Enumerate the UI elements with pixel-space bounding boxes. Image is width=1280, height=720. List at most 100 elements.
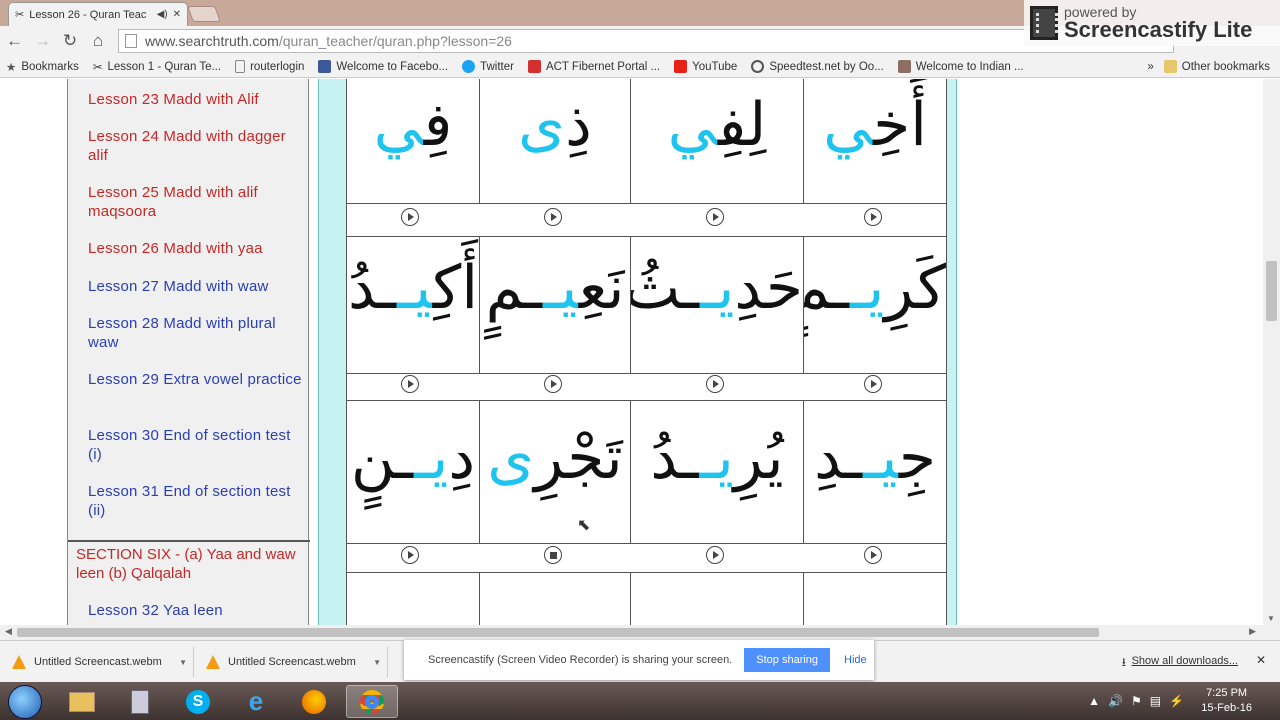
internet-explorer-icon[interactable]: e [230, 685, 282, 718]
bookmark-act-fibernet[interactable]: ACT Fibernet Portal ... [527, 60, 660, 73]
word-cell: ذِى [479, 79, 631, 204]
scroll-left-arrow-icon[interactable]: ◀ [5, 626, 12, 637]
play-button[interactable] [544, 208, 562, 226]
tab-close-icon[interactable]: ✕ [173, 9, 181, 20]
section-divider [68, 540, 310, 542]
play-button[interactable] [401, 208, 419, 226]
lesson-link-25[interactable]: Lesson 25 Madd with alif maqsoora [88, 183, 303, 221]
hide-link[interactable]: Hide [844, 654, 867, 666]
other-bookmarks[interactable]: Other bookmarks [1163, 60, 1270, 73]
screencastify-watermark: powered by Screencastify Lite [1024, 0, 1280, 46]
start-button[interactable] [8, 685, 42, 719]
lesson-link-32[interactable]: Lesson 32 Yaa leen [88, 601, 303, 620]
url-path: /quran_teacher/quran.php?lesson=26 [278, 33, 512, 49]
bookmark-facebook[interactable]: Welcome to Facebo... [318, 60, 448, 73]
clock[interactable]: 7:25 PM 15-Feb-16 [1201, 686, 1252, 716]
bookmark-routerlogin[interactable]: routerlogin [235, 60, 304, 73]
skype-icon[interactable]: S [172, 685, 224, 718]
play-button[interactable] [706, 546, 724, 564]
section-six-heading[interactable]: SECTION SIX - (a) Yaa and waw leen (b) Q… [76, 545, 306, 583]
play-button[interactable] [544, 375, 562, 393]
show-hidden-icons-icon[interactable]: ▲ [1088, 694, 1100, 708]
bookmark-youtube[interactable]: YouTube [674, 60, 737, 73]
stop-button[interactable] [544, 546, 562, 564]
lesson-link-23[interactable]: Lesson 23 Madd with Alif [88, 90, 303, 109]
lesson-link-28[interactable]: Lesson 28 Madd with plural waw [88, 314, 303, 352]
arabic-word: جِيــدِ [814, 423, 936, 493]
chevron-down-icon[interactable]: ▼ [179, 658, 187, 667]
download-icon: ⭳ [1121, 655, 1126, 669]
close-icon[interactable]: ✕ [1256, 653, 1266, 667]
url-host: www.searchtruth.com [145, 33, 279, 49]
page-icon [235, 60, 246, 73]
calculator-icon[interactable] [114, 685, 166, 718]
lesson-link-26[interactable]: Lesson 26 Madd with yaa [88, 239, 303, 258]
play-button[interactable] [864, 375, 882, 393]
page-icon [125, 34, 137, 48]
arabic-word: دِيــنٍ [350, 423, 476, 493]
chevron-down-icon[interactable]: ▼ [373, 658, 381, 667]
arabic-word: تَجْرِى [487, 423, 623, 493]
word-cell: دِيــنٍ [346, 400, 480, 544]
word-cell: فِي [346, 79, 480, 204]
scrollbar-thumb[interactable] [1266, 261, 1277, 321]
word-cell: كَرِيــمٍ [803, 236, 947, 374]
forward-arrow-icon[interactable]: → [34, 31, 51, 51]
bookmark-lesson1[interactable]: ✂ Lesson 1 - Quran Te... [93, 60, 221, 74]
firefox-icon[interactable] [288, 685, 340, 718]
power-icon[interactable]: ⚡ [1169, 694, 1184, 708]
vertical-scrollbar[interactable]: ▼ [1263, 79, 1280, 625]
home-icon[interactable]: ⌂ [90, 31, 106, 51]
arabic-word: يُرِيــدُ [650, 423, 784, 493]
bookmark-indian[interactable]: Welcome to Indian ... [897, 60, 1024, 73]
arabic-word: لِفِي [667, 90, 767, 160]
play-button[interactable] [864, 546, 882, 564]
bookmarks-overflow-chevron[interactable]: » [1147, 61, 1153, 73]
word-cell: أَخِي [803, 79, 947, 204]
download-item[interactable]: Untitled Screencast.webm ▼ [198, 647, 388, 677]
download-item[interactable]: Untitled Screencast.webm ▼ [4, 647, 194, 677]
new-tab-button[interactable] [187, 6, 221, 22]
lesson-link-27[interactable]: Lesson 27 Madd with waw [88, 277, 303, 296]
reload-icon[interactable]: ↻ [62, 31, 78, 51]
arabic-word: حَدِيــثُ [630, 253, 803, 323]
back-arrow-icon[interactable]: ← [6, 31, 23, 51]
site-favicon-icon: ✂ [15, 9, 25, 21]
lesson-link-31[interactable]: Lesson 31 End of section test (ii) [88, 482, 303, 520]
youtube-icon [674, 60, 688, 73]
lesson-link-29[interactable]: Lesson 29 Extra vowel practice [88, 370, 303, 389]
page-content: Lesson 23 Madd with Alif Lesson 24 Madd … [0, 79, 1280, 625]
lesson-link-24[interactable]: Lesson 24 Madd with dagger alif [88, 127, 303, 165]
file-explorer-icon[interactable] [56, 685, 108, 718]
scroll-right-arrow-icon[interactable]: ▶ [1249, 626, 1256, 637]
browser-tab[interactable]: ✂ Lesson 26 - Quran Teac ◀) ✕ [8, 2, 188, 26]
lesson-link-30[interactable]: Lesson 30 End of section test (i) [88, 426, 303, 464]
network-icon[interactable]: ▤ [1150, 694, 1161, 708]
flag-icon[interactable]: ⚑ [1131, 694, 1142, 708]
bookmark-apps[interactable]: ★ Bookmarks [6, 60, 79, 74]
arabic-word: نَعِيــمٍ [485, 253, 625, 323]
word-cell [803, 572, 947, 625]
play-button[interactable] [401, 375, 419, 393]
show-all-downloads-link[interactable]: Show all downloads... [1132, 655, 1238, 667]
scroll-down-arrow-icon[interactable]: ▼ [1267, 614, 1275, 623]
scrollbar-thumb[interactable] [17, 628, 1099, 637]
word-cell: لِفِي [630, 79, 804, 204]
volume-icon[interactable]: 🔊 [1108, 694, 1123, 708]
horizontal-scrollbar[interactable]: ◀ ▶ [0, 625, 1280, 640]
screen-sharing-notification: Screencastify (Screen Video Recorder) is… [404, 640, 874, 680]
bookmark-twitter[interactable]: Twitter [462, 60, 514, 73]
stop-sharing-button[interactable]: Stop sharing [744, 648, 831, 672]
play-button[interactable] [401, 546, 419, 564]
chrome-icon[interactable] [346, 685, 398, 718]
bookmark-speedtest[interactable]: Speedtest.net by Oo... [751, 60, 884, 73]
mouse-cursor-icon: ⬉ [577, 517, 591, 534]
word-grid: فِي ذِى لِفِي أَخِي أَكِيــدُ نَعِيــمٍ … [346, 79, 947, 625]
system-tray[interactable]: ▲ 🔊 ⚑ ▤ ⚡ [1088, 694, 1184, 708]
play-button[interactable] [864, 208, 882, 226]
play-button[interactable] [706, 208, 724, 226]
word-cell: تَجْرِى [479, 400, 631, 544]
play-button[interactable] [706, 375, 724, 393]
folder-icon [1163, 60, 1177, 73]
address-bar[interactable]: www.searchtruth.com/quran_teacher/quran.… [118, 29, 1174, 53]
